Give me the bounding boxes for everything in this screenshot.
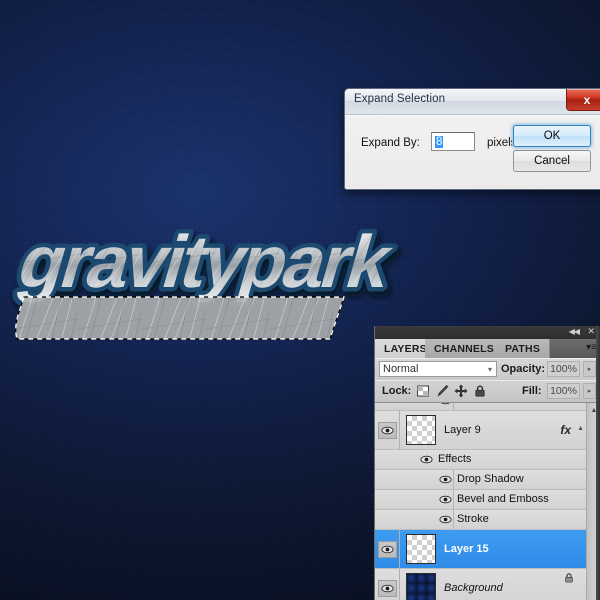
layer-thumbnail[interactable] (406, 534, 436, 564)
tree-indent-line (453, 510, 454, 529)
fx-icon[interactable]: fx (560, 423, 571, 437)
tab-channels[interactable]: CHANNELS (425, 339, 504, 358)
dialog-body: Expand By: 8 pixels OK Cancel (345, 115, 600, 189)
close-icon[interactable]: x (566, 89, 600, 111)
ok-button[interactable]: OK (513, 125, 591, 147)
visibility-eye-icon[interactable] (439, 514, 452, 525)
blend-mode-row: Normal ▾ Opacity: 100% ▸ (375, 358, 600, 380)
fill-stepper-icon[interactable]: ▸ (583, 383, 596, 399)
chevron-up-icon[interactable]: ▲ (577, 425, 584, 432)
visibility-eye-icon[interactable] (377, 540, 397, 558)
panel-right-edge (596, 326, 600, 600)
layer-name: Background (444, 582, 503, 594)
visibility-cell[interactable] (375, 569, 400, 600)
table-row[interactable]: Layer 15 (375, 530, 587, 569)
lock-transparent-pixels-icon[interactable] (416, 384, 430, 398)
visibility-eye-icon[interactable] (439, 494, 452, 505)
layers-panel[interactable]: ◀◀ ✕ LAYERS CHANNELS PATHS ▾≡ Normal ▾ O… (374, 326, 600, 600)
svg-text:gravitypark: gravitypark (10, 220, 404, 302)
layer-name: Layer 9 (444, 424, 481, 436)
lock-image-pixels-icon[interactable] (435, 384, 449, 398)
close-panel-icon[interactable]: ✕ (587, 326, 595, 337)
list-item[interactable]: Stroke (375, 510, 587, 530)
blend-mode-value: Normal (383, 363, 419, 375)
dialog-title: Expand Selection (354, 93, 446, 105)
cancel-button[interactable]: Cancel (513, 150, 591, 172)
panel-titlebar[interactable]: ◀◀ ✕ (375, 326, 600, 339)
lock-all-icon[interactable] (473, 384, 487, 398)
pixels-label: pixels (487, 137, 517, 149)
dialog-titlebar[interactable]: Expand Selection x (345, 89, 600, 115)
visibility-eye-icon[interactable] (439, 474, 452, 485)
panel-tabbar: LAYERS CHANNELS PATHS ▾≡ (375, 339, 600, 358)
chevron-down-icon: ▾ (487, 365, 492, 374)
list-item-label: Stroke (457, 403, 489, 406)
layer-thumbnail[interactable] (406, 573, 436, 600)
visibility-eye-icon[interactable] (377, 579, 397, 597)
lock-row: Lock: Fill: 100% ▸ (375, 380, 600, 402)
list-item-label: Stroke (457, 513, 489, 525)
lock-label: Lock: (382, 385, 412, 397)
fill-input[interactable]: 100% (547, 383, 580, 399)
visibility-cell[interactable] (375, 530, 400, 568)
lock-position-icon[interactable] (454, 384, 468, 398)
list-item-label: Effects (438, 453, 472, 465)
expand-by-label: Expand By: (361, 137, 420, 149)
table-row[interactable]: Background (375, 569, 587, 600)
opacity-input[interactable]: 100% (547, 361, 580, 377)
layer-name: Layer 15 (444, 543, 489, 555)
expand-by-input[interactable]: 8 (431, 132, 475, 151)
tree-indent-line (453, 490, 454, 509)
collapse-panel-icon[interactable]: ◀◀ (569, 327, 580, 336)
blend-mode-select[interactable]: Normal ▾ (379, 361, 497, 377)
fill-label: Fill: (522, 385, 542, 397)
visibility-eye-icon[interactable] (439, 403, 452, 406)
visibility-eye-icon[interactable] (420, 454, 433, 465)
list-item-label: Drop Shadow (457, 473, 524, 485)
tab-paths[interactable]: PATHS (496, 339, 551, 358)
lock-icon (563, 572, 575, 584)
expand-by-value: 8 (435, 135, 444, 148)
table-row[interactable]: Layer 9 fx ▲ (375, 411, 587, 450)
list-item[interactable]: Stroke (375, 403, 587, 411)
list-item[interactable]: Bevel and Emboss (375, 490, 587, 510)
tree-indent-line (453, 470, 454, 489)
tree-indent-line (453, 403, 454, 410)
visibility-eye-icon[interactable] (377, 421, 397, 439)
opacity-label: Opacity: (501, 363, 546, 375)
layer-thumbnail[interactable] (406, 415, 436, 445)
list-item[interactable]: Effects (375, 450, 587, 470)
opacity-stepper-icon[interactable]: ▸ (583, 361, 596, 377)
visibility-cell[interactable] (375, 411, 400, 449)
layer-list[interactable]: Stroke Layer 9 fx ▲ (375, 402, 600, 600)
list-item[interactable]: Drop Shadow (375, 470, 587, 490)
expand-selection-dialog[interactable]: Expand Selection x Expand By: 8 pixels O… (344, 88, 600, 190)
list-item-label: Bevel and Emboss (457, 493, 549, 505)
